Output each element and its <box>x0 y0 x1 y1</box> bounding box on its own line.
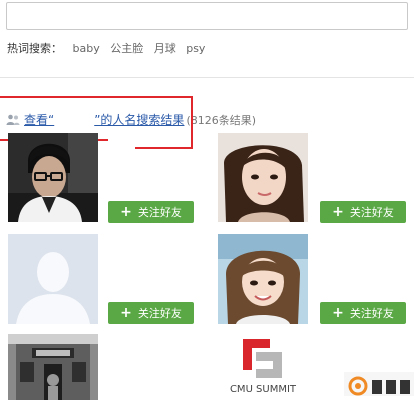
user-avatar-2[interactable] <box>218 133 308 222</box>
people-result-link[interactable]: 查看“ ”的人名搜索结果 <box>24 111 184 128</box>
people-icon <box>6 114 20 125</box>
result-count: (8126条结果) <box>186 113 257 127</box>
user-avatar-default[interactable] <box>8 234 98 324</box>
follow-button-1[interactable]: + 关注好友 <box>108 201 194 223</box>
people-result-link-suffix: ”的人名搜索结果 <box>94 113 185 127</box>
hot-term-princess-face[interactable]: 公主脸 <box>110 42 143 55</box>
follow-button-3[interactable]: + 关注好友 <box>108 302 194 324</box>
plus-icon: + <box>120 204 132 220</box>
user-avatar-5[interactable] <box>8 334 98 400</box>
cmu-summit-logo[interactable]: CMU SUMMIT <box>218 334 308 400</box>
section-divider <box>0 77 414 78</box>
plus-icon: + <box>332 204 344 220</box>
hot-term-baby[interactable]: baby <box>73 42 100 55</box>
hot-term-moon[interactable]: 月球 <box>154 42 176 55</box>
follow-button-2[interactable]: + 关注好友 <box>320 201 406 223</box>
plus-icon: + <box>120 305 132 321</box>
annotation-box-right <box>191 96 193 149</box>
user-avatar-4[interactable] <box>218 234 308 324</box>
cmu-summit-logo-graphic <box>243 339 282 378</box>
follow-button-4[interactable]: + 关注好友 <box>320 302 406 324</box>
watermark-logo <box>344 372 414 400</box>
people-result-link-prefix: 查看“ <box>24 113 55 127</box>
hot-search-label: 热词搜索： <box>7 42 62 55</box>
annotation-box-bottom-right <box>135 147 193 149</box>
cmu-summit-logo-text: CMU SUMMIT <box>229 384 297 395</box>
follow-button-label: 关注好友 <box>349 206 394 219</box>
plus-icon: + <box>332 305 344 321</box>
annotation-box-top <box>0 96 193 98</box>
hot-term-psy[interactable]: psy <box>186 42 205 55</box>
hot-search-row: 热词搜索： baby 公主脸 月球 psy <box>7 40 205 56</box>
people-search-result-title: 查看“ ”的人名搜索结果 (8126条结果) <box>6 111 256 128</box>
user-avatar-1[interactable] <box>8 133 98 222</box>
follow-button-label: 关注好友 <box>349 307 394 320</box>
search-input[interactable] <box>6 2 408 30</box>
follow-button-label: 关注好友 <box>137 206 182 219</box>
follow-button-label: 关注好友 <box>137 307 182 320</box>
